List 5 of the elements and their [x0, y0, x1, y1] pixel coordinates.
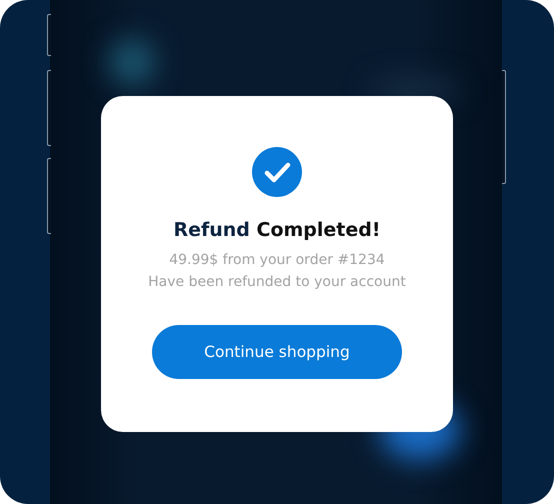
dialog-title: Refund Completed! [173, 218, 381, 243]
checkmark-icon [252, 147, 302, 197]
message-text: 49.99$ from your order #1234 [169, 251, 385, 270]
message-text: Have been refunded to your account [148, 273, 406, 292]
continue-button[interactable]: Continue shopping [152, 325, 402, 379]
